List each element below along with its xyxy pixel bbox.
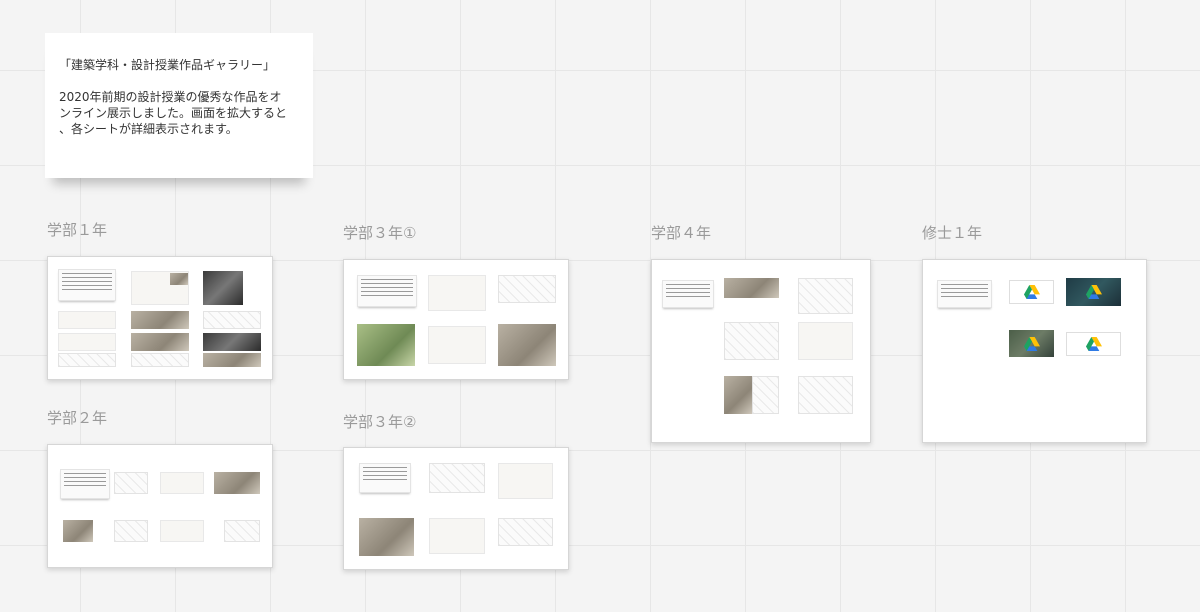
sticky-note-line: 、各シートが詳細表示されます。 — [59, 122, 238, 136]
work-sheet[interactable] — [58, 353, 116, 367]
description-card[interactable] — [937, 280, 992, 308]
google-drive-icon — [1023, 336, 1040, 351]
description-card[interactable] — [662, 280, 714, 308]
google-drive-icon — [1085, 337, 1102, 351]
work-sheet[interactable] — [131, 311, 189, 329]
drive-link-card[interactable] — [1066, 278, 1121, 306]
work-sheet[interactable] — [114, 520, 148, 542]
sticky-note-line: 2020年前期の設計授業の優秀な作品をオ — [59, 90, 282, 104]
description-card[interactable] — [58, 269, 116, 301]
section-label-year2: 学部２年 — [47, 409, 108, 427]
work-sheet[interactable] — [724, 376, 752, 414]
description-card[interactable] — [60, 469, 110, 499]
work-sheet[interactable] — [203, 353, 261, 367]
frame-year4[interactable] — [651, 259, 871, 443]
drive-link-card[interactable] — [1066, 332, 1121, 356]
work-sheet[interactable] — [203, 271, 243, 305]
work-sheet[interactable] — [131, 353, 189, 367]
work-sheet[interactable] — [58, 311, 116, 329]
section-label-year3b: 学部３年② — [343, 413, 417, 431]
sticky-note-line: ンライン展示しました。画面を拡大すると — [59, 106, 288, 120]
description-card[interactable] — [357, 275, 417, 307]
work-sheet[interactable] — [58, 333, 116, 351]
work-sheet[interactable] — [428, 275, 486, 311]
frame-year3a[interactable] — [343, 259, 569, 380]
google-drive-icon — [1085, 285, 1102, 299]
section-label-year3a: 学部３年① — [343, 224, 417, 242]
description-card[interactable] — [359, 463, 411, 493]
work-sheet[interactable] — [63, 520, 93, 542]
section-label-year1: 学部１年 — [47, 221, 108, 239]
work-sheet[interactable] — [798, 278, 853, 314]
work-sheet[interactable] — [131, 333, 189, 351]
frame-master1[interactable] — [922, 259, 1147, 443]
work-sheet[interactable] — [203, 333, 261, 351]
work-sheet[interactable] — [357, 324, 415, 366]
work-sheet[interactable] — [224, 520, 260, 542]
work-sheet[interactable] — [428, 326, 486, 364]
work-sheet[interactable] — [724, 322, 779, 360]
work-sheet[interactable] — [798, 322, 853, 360]
drive-link-card[interactable] — [1009, 280, 1054, 304]
section-label-year4: 学部４年 — [651, 224, 712, 242]
sticky-note[interactable]: 「建築学科・設計授業作品ギャラリー」 2020年前期の設計授業の優秀な作品をオ … — [45, 33, 313, 178]
work-image — [170, 273, 188, 285]
work-sheet[interactable] — [724, 278, 779, 298]
work-sheet[interactable] — [498, 275, 556, 303]
work-sheet[interactable] — [498, 324, 556, 366]
work-sheet[interactable] — [429, 518, 485, 554]
google-drive-icon — [1023, 285, 1040, 299]
work-sheet[interactable] — [429, 463, 485, 493]
section-label-master1: 修士１年 — [922, 224, 983, 242]
frame-year3b[interactable] — [343, 447, 569, 570]
work-sheet[interactable] — [798, 376, 853, 414]
work-sheet[interactable] — [114, 472, 148, 494]
work-sheet[interactable] — [160, 472, 204, 494]
frame-year1[interactable] — [47, 256, 273, 380]
drive-link-card[interactable] — [1009, 330, 1054, 357]
work-sheet[interactable] — [160, 520, 204, 542]
work-sheet[interactable] — [214, 472, 260, 494]
sticky-note-title: 「建築学科・設計授業作品ギャラリー」 — [59, 58, 276, 72]
work-sheet[interactable] — [203, 311, 261, 329]
frame-year2[interactable] — [47, 444, 273, 568]
work-sheet[interactable] — [359, 518, 414, 556]
work-sheet[interactable] — [498, 518, 553, 546]
work-sheet[interactable] — [752, 376, 779, 414]
work-sheet[interactable] — [498, 463, 553, 499]
